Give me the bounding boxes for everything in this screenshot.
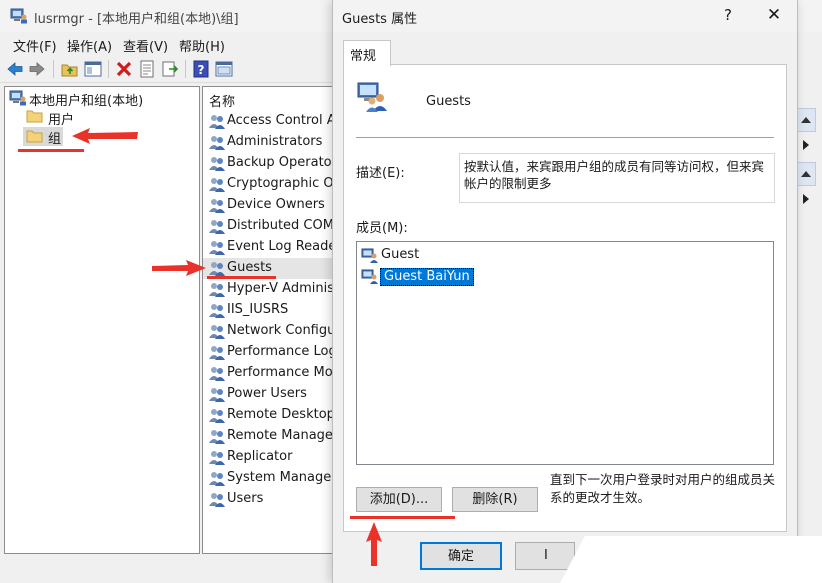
tab-general[interactable]: 常规 — [343, 40, 391, 66]
tab-general-label: 常规 — [350, 49, 377, 64]
annotation-arrow-groups — [72, 128, 138, 144]
annotation-underline-guests — [207, 276, 276, 279]
annotation-underline-groups — [18, 149, 84, 152]
annotation-arrow-add — [366, 522, 382, 566]
annotation-underline-add — [350, 516, 455, 519]
annotation-arrow-guests — [152, 260, 206, 276]
annotation-layer — [18, 128, 455, 566]
